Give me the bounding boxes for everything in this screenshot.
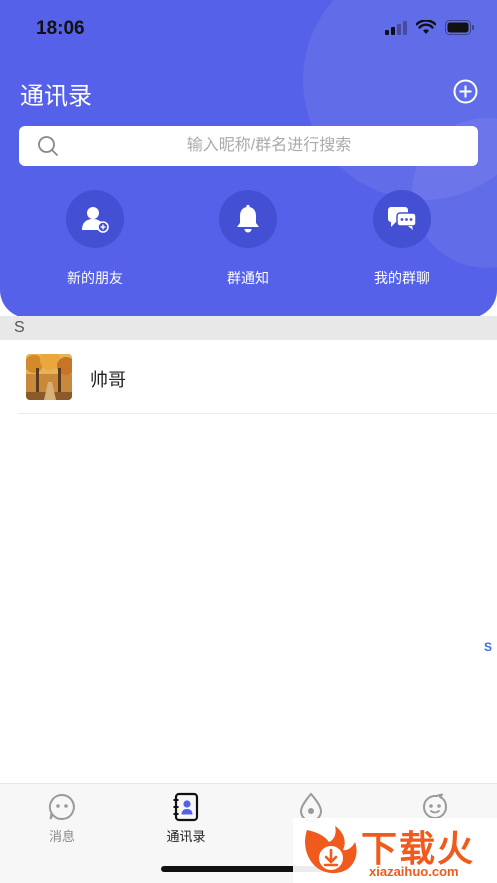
add-friend-icon: [66, 190, 124, 248]
message-face-icon: [22, 792, 102, 822]
my-groups-button[interactable]: 我的群聊: [342, 190, 462, 288]
status-time: 18:06: [36, 18, 85, 39]
section-header: S: [0, 316, 497, 340]
tab-contacts-label: 通讯录: [166, 829, 206, 844]
page-title: 通讯录: [20, 83, 92, 110]
add-icon[interactable]: [453, 79, 478, 104]
new-friends-button[interactable]: 新的朋友: [35, 190, 155, 288]
status-bar: 18:06: [0, 0, 497, 58]
search-bar[interactable]: [19, 126, 478, 166]
watermark-url: xiazaihuo.com: [369, 864, 459, 879]
signal-icon: [385, 20, 407, 35]
wifi-icon: [416, 20, 436, 34]
contact-name: 帅哥: [90, 370, 126, 390]
new-friends-label: 新的朋友: [67, 270, 123, 286]
group-notice-button[interactable]: 群通知: [188, 190, 308, 288]
divider: [18, 413, 497, 414]
my-groups-label: 我的群聊: [374, 270, 430, 286]
group-notice-label: 群通知: [227, 270, 269, 286]
group-chat-icon: [373, 190, 431, 248]
tab-contacts[interactable]: 通讯录: [146, 792, 226, 845]
index-letter-s[interactable]: S: [484, 640, 492, 654]
watermark: 下载火 xiazaihuo.com: [293, 818, 497, 883]
battery-icon: [445, 20, 474, 35]
fire-logo-icon: [305, 826, 357, 874]
bell-icon: [219, 190, 277, 248]
tab-messages-label: 消息: [48, 829, 75, 844]
contacts-book-icon: [146, 792, 226, 822]
header: 18:06 通讯录 输入昵称/群名进行搜索 新的朋友 群通知 我的群聊: [0, 0, 497, 318]
search-icon: [38, 136, 58, 156]
tab-messages[interactable]: 消息: [22, 792, 102, 845]
search-input[interactable]: [69, 126, 469, 166]
contact-row[interactable]: 帅哥: [0, 340, 497, 414]
avatar: [26, 354, 72, 400]
status-icons: [385, 20, 475, 35]
